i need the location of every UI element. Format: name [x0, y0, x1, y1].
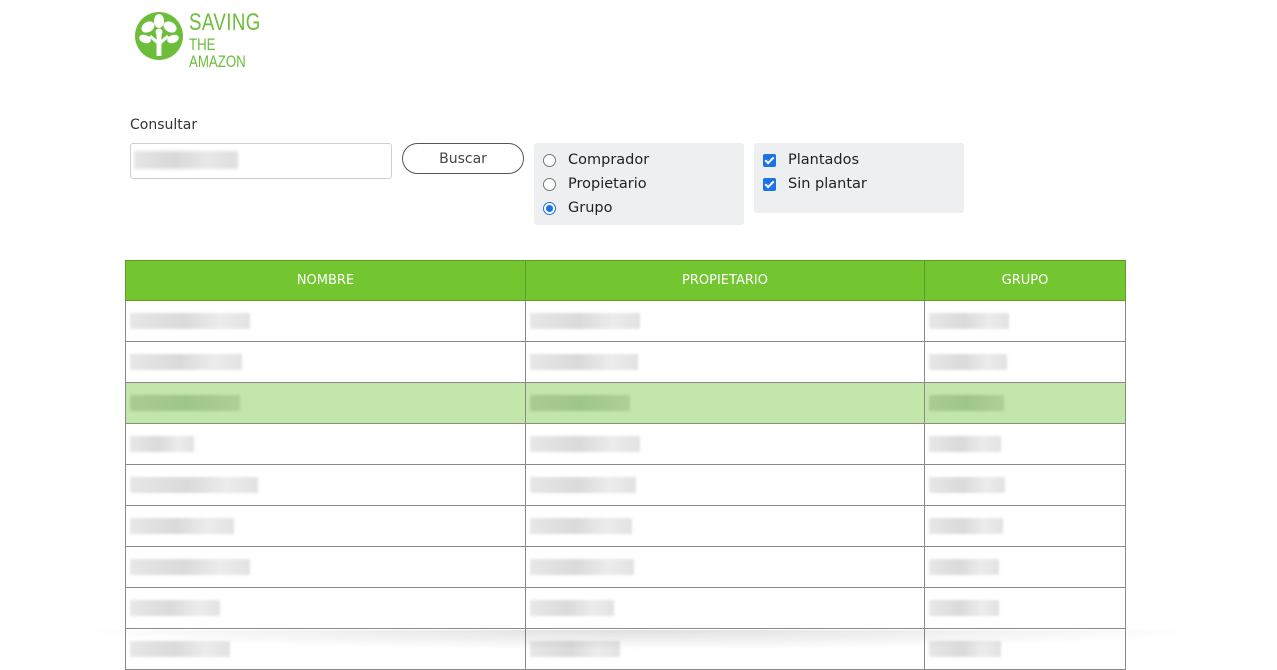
- cell-grupo-text: [929, 313, 1009, 329]
- table-row[interactable]: [125, 505, 1126, 547]
- table-row[interactable]: [125, 300, 1126, 342]
- table-cell-grupo: [924, 300, 1126, 342]
- table-cell-nombre: [125, 546, 526, 588]
- table-cell-grupo: [924, 587, 1126, 629]
- cell-propietario-text: [530, 559, 634, 575]
- table-cell-nombre: [125, 341, 526, 383]
- cell-grupo-text: [929, 436, 1001, 452]
- table-cell-propietario: [525, 587, 925, 629]
- table-cell-nombre: [125, 423, 526, 465]
- table-row[interactable]: [125, 341, 1126, 383]
- table-cell-nombre: [125, 464, 526, 506]
- table-cell-grupo: [924, 382, 1126, 424]
- search-type-panel: Comprador Propietario Grupo: [534, 143, 744, 225]
- table-body: [125, 300, 1126, 670]
- cell-nombre-text: [130, 600, 220, 616]
- cell-grupo-text: [929, 518, 1003, 534]
- checkbox-plantados-label: Plantados: [788, 152, 860, 168]
- table-cell-nombre: [125, 300, 526, 342]
- cell-grupo-text: [929, 600, 999, 616]
- table-cell-nombre: [125, 505, 526, 547]
- checkbox-plantados-control[interactable]: [763, 153, 776, 167]
- radio-grupo[interactable]: Grupo: [543, 198, 612, 218]
- radio-propietario-control[interactable]: [543, 177, 556, 191]
- cell-nombre-text: [130, 641, 230, 657]
- table-cell-grupo: [924, 546, 1126, 588]
- table-cell-propietario: [525, 505, 925, 547]
- cell-nombre-text: [130, 477, 258, 493]
- cell-nombre-text: [130, 313, 250, 329]
- cell-nombre-text: [130, 436, 194, 452]
- search-button[interactable]: Buscar: [402, 143, 524, 174]
- header-grupo[interactable]: GRUPO: [924, 260, 1126, 301]
- cell-grupo-text: [929, 641, 1001, 657]
- radio-comprador-label: Comprador: [568, 152, 650, 168]
- table-row[interactable]: [125, 587, 1126, 629]
- status-filter-panel: Plantados Sin plantar: [754, 143, 964, 213]
- cell-grupo-text: [929, 354, 1007, 370]
- table-cell-grupo: [924, 628, 1126, 670]
- table-cell-grupo: [924, 423, 1126, 465]
- logo-line2: THE AMAZON: [189, 35, 246, 71]
- logo-text: SAVING THE AMAZON: [189, 9, 281, 71]
- header-nombre[interactable]: NOMBRE: [125, 260, 526, 301]
- table-cell-propietario: [525, 464, 925, 506]
- checkbox-sin-plantar-control[interactable]: [763, 177, 776, 191]
- table-cell-grupo: [924, 464, 1126, 506]
- table-cell-propietario: [525, 382, 925, 424]
- header-propietario[interactable]: PROPIETARIO: [525, 260, 925, 301]
- cell-grupo-text: [929, 395, 1004, 411]
- cell-propietario-text: [530, 518, 632, 534]
- cell-propietario-text: [530, 600, 614, 616]
- table-cell-propietario: [525, 300, 925, 342]
- cell-propietario-text: [530, 641, 620, 657]
- consult-label: Consultar: [130, 117, 198, 133]
- table-header-row: NOMBRE PROPIETARIO GRUPO: [125, 260, 1126, 301]
- results-table: NOMBRE PROPIETARIO GRUPO: [125, 260, 1126, 670]
- radio-comprador[interactable]: Comprador: [543, 150, 649, 170]
- radio-propietario[interactable]: Propietario: [543, 174, 647, 194]
- table-cell-propietario: [525, 628, 925, 670]
- radio-comprador-control[interactable]: [543, 153, 556, 167]
- logo: SAVING THE AMAZON: [134, 10, 264, 70]
- table-cell-grupo: [924, 505, 1126, 547]
- tree-logo-icon: [135, 12, 183, 60]
- cell-propietario-text: [530, 477, 636, 493]
- table-row[interactable]: [125, 382, 1126, 424]
- cell-nombre-text: [130, 559, 250, 575]
- radio-propietario-label: Propietario: [568, 176, 647, 192]
- cell-propietario-text: [530, 354, 638, 370]
- cell-nombre-text: [130, 395, 240, 411]
- table-cell-propietario: [525, 546, 925, 588]
- checkbox-sin-plantar[interactable]: Sin plantar: [763, 174, 867, 194]
- cell-nombre-text: [130, 354, 242, 370]
- cell-grupo-text: [929, 477, 1005, 493]
- table-row[interactable]: [125, 423, 1126, 465]
- table-cell-grupo: [924, 341, 1126, 383]
- table-cell-nombre: [125, 382, 526, 424]
- table-cell-nombre: [125, 628, 526, 670]
- cell-nombre-text: [130, 518, 234, 534]
- table-row[interactable]: [125, 628, 1126, 670]
- radio-grupo-control[interactable]: [543, 201, 556, 215]
- table-cell-propietario: [525, 341, 925, 383]
- cell-propietario-text: [530, 436, 640, 452]
- table-cell-nombre: [125, 587, 526, 629]
- radio-grupo-label: Grupo: [568, 200, 613, 216]
- logo-line1: SAVING: [189, 9, 261, 36]
- cell-propietario-text: [530, 395, 630, 411]
- cell-grupo-text: [929, 559, 999, 575]
- table-cell-propietario: [525, 423, 925, 465]
- table-row[interactable]: [125, 546, 1126, 588]
- cell-propietario-text: [530, 313, 640, 329]
- search-input[interactable]: [130, 143, 392, 179]
- checkbox-sin-plantar-label: Sin plantar: [788, 176, 867, 192]
- table-row[interactable]: [125, 464, 1126, 506]
- checkbox-plantados[interactable]: Plantados: [763, 150, 859, 170]
